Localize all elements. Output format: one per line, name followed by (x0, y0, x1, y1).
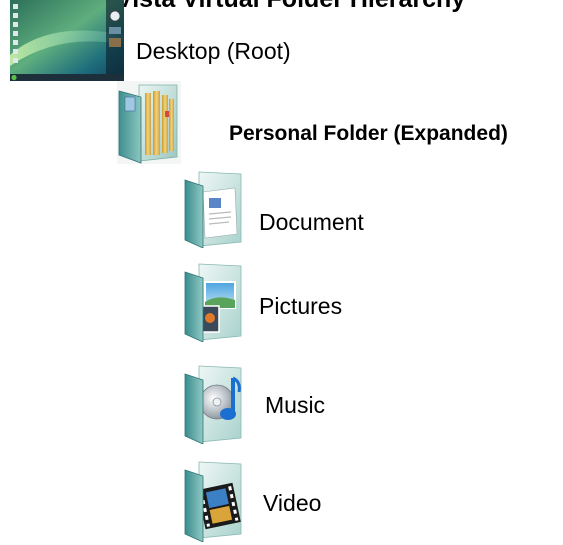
desktop-icon (10, 0, 124, 81)
video-label: Video (263, 490, 322, 516)
personal-folder-label: Personal Folder (Expanded) (229, 122, 508, 145)
music-label: Music (265, 392, 326, 418)
music-folder-icon (183, 364, 245, 444)
diagram-title: Vista Virtual Folder Hierarchy (116, 0, 465, 14)
pictures-label: Pictures (259, 293, 343, 319)
documents-folder-icon (183, 170, 245, 248)
documents-label: Document (259, 209, 364, 235)
video-folder-icon (183, 460, 245, 542)
personal-folder-icon (117, 81, 181, 164)
pictures-folder-icon (183, 262, 245, 342)
desktop-label: Desktop (Root) (136, 38, 291, 64)
